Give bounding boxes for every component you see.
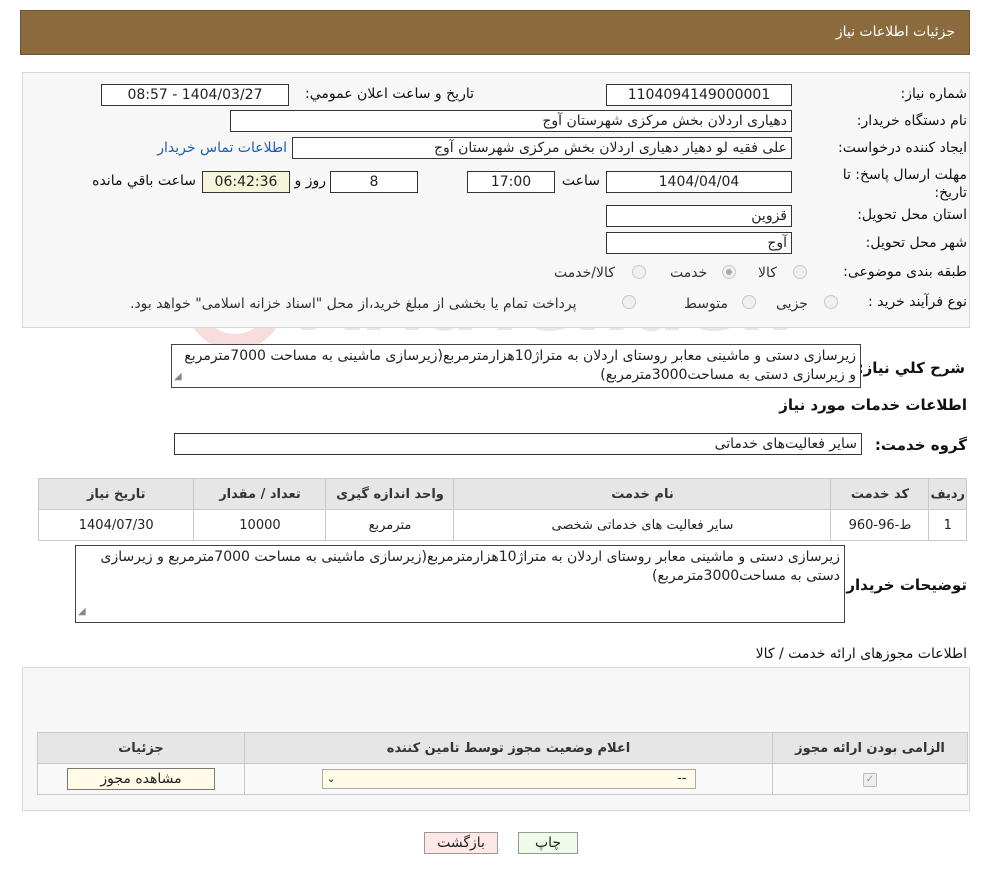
days-label: روز و [294, 173, 327, 189]
cell-row: 1 [928, 509, 967, 541]
buyer-notes-text: زیرسازی دستی و ماشینی معابر روستای اردلا… [100, 549, 840, 584]
purchase-medium-radio[interactable] [742, 295, 756, 309]
permits-table-header: الزامی بودن ارائه مجوز اعلام وضعیت مجوز … [37, 732, 968, 764]
province-label: استان محل تحویل: [857, 207, 967, 223]
treasury-payment-note: پرداخت تمام یا بخشی از مبلغ خرید،از محل … [130, 296, 577, 312]
service-group-field[interactable]: سایر فعالیت‌های خدماتی [174, 433, 862, 455]
deadline-time-label: ساعت [561, 173, 600, 189]
cell-permit-details: مشاهده مجوز [37, 763, 245, 795]
purchase-medium-label: متوسط [684, 296, 728, 312]
services-table: ردیف کد خدمت نام خدمت واحد اندازه گیری ت… [37, 478, 967, 541]
col-permit-details: جزئیات [37, 732, 245, 764]
deadline-time-field[interactable]: 17:00 [467, 171, 555, 193]
chevron-down-icon: ⌄ [326, 772, 336, 785]
col-permit-status: اعلام وضعیت مجوز توسط تامین کننده [244, 732, 773, 764]
page-title: جزئیات اطلاعات نیاز [835, 24, 955, 40]
permit-status-value: -- [677, 771, 687, 786]
table-row: 1 ط-96-960 سایر فعالیت های خدماتی شخصی م… [37, 509, 967, 541]
cell-quantity: 10000 [193, 509, 327, 541]
col-service-name: نام خدمت [453, 478, 832, 510]
buyer-contact-link[interactable]: اطلاعات تماس خریدار [157, 140, 287, 156]
cell-service-code: ط-96-960 [830, 509, 930, 541]
cell-service-name: سایر فعالیت های خدماتی شخصی [453, 509, 832, 541]
table-row: ✓ -- ⌄ مشاهده مجوز [37, 763, 968, 795]
need-number-field[interactable]: 1104094149000001 [606, 84, 792, 106]
deadline-label: مهلت ارسال پاسخ: تا تاریخ: [842, 167, 967, 201]
city-label: شهر محل تحویل: [865, 235, 967, 251]
permit-required-checkbox[interactable]: ✓ [863, 773, 877, 787]
days-field[interactable]: 8 [330, 171, 418, 193]
view-permit-button[interactable]: مشاهده مجوز [67, 768, 215, 790]
need-number-label: شماره نیاز: [900, 86, 968, 102]
remaining-time-field: 06:42:36 [202, 171, 290, 193]
page-header: جزئیات اطلاعات نیاز [20, 10, 970, 55]
province-field[interactable]: قزوین [606, 205, 792, 227]
buyer-notes-textarea[interactable]: زیرسازی دستی و ماشینی معابر روستای اردلا… [75, 545, 845, 623]
services-table-header: ردیف کد خدمت نام خدمت واحد اندازه گیری ت… [37, 478, 967, 510]
buyer-notes-label: توضیحات خریدار: [840, 576, 967, 594]
col-permit-required: الزامی بودن ارائه مجوز [772, 732, 968, 764]
permits-table: الزامی بودن ارائه مجوز اعلام وضعیت مجوز … [37, 732, 968, 795]
permit-status-select[interactable]: -- ⌄ [321, 769, 696, 789]
col-unit: واحد اندازه گیری [325, 478, 455, 510]
service-group-label: گروه خدمت: [874, 436, 967, 454]
category-goods-radio[interactable] [793, 265, 807, 279]
purchase-type-label: نوع فرآیند خرید : [868, 294, 967, 310]
category-goods-service-label: کالا/خدمت [554, 265, 615, 281]
services-section-title: اطلاعات خدمات مورد نیاز [779, 396, 967, 414]
buyer-org-label: نام دستگاه خریدار: [856, 113, 967, 129]
cell-need-date: 1404/07/30 [37, 509, 195, 541]
col-quantity: تعداد / مقدار [193, 478, 327, 510]
back-button[interactable]: بازگشت [424, 832, 498, 854]
requester-field[interactable]: علی فقیه لو دهیار دهیاری اردلان بخش مرکز… [292, 137, 792, 159]
purchase-minor-label: جزیی [776, 296, 808, 312]
cell-unit: مترمربع [325, 509, 455, 541]
cell-permit-status: -- ⌄ [244, 763, 773, 795]
col-row: ردیف [928, 478, 967, 510]
requester-label: ایجاد کننده درخواست: [838, 140, 967, 156]
permits-section-title: اطلاعات مجوزهای ارائه خدمت / کالا [755, 646, 967, 662]
remaining-time-label: ساعت باقي مانده [92, 173, 196, 189]
summary-text: زیرسازی دستی و ماشینی معابر روستای اردلا… [184, 348, 856, 383]
category-goods-service-radio[interactable] [632, 265, 646, 279]
cell-permit-required: ✓ [772, 763, 968, 795]
resize-grip-icon[interactable]: ◢ [174, 367, 182, 386]
treasury-payment-radio[interactable] [622, 295, 636, 309]
summary-label: شرح کلي نیاز: [857, 359, 965, 377]
announce-date-field[interactable]: 1404/03/27 - 08:57 [101, 84, 289, 106]
city-field[interactable]: آوج [606, 232, 792, 254]
category-goods-label: کالا [758, 265, 777, 281]
category-label: طبقه بندی موضوعی: [843, 264, 967, 280]
col-service-code: کد خدمت [830, 478, 930, 510]
buyer-org-field[interactable]: دهیاری اردلان بخش مرکزی شهرستان آوج [230, 110, 792, 132]
announce-date-label: تاریخ و ساعت اعلان عمومي: [305, 86, 474, 102]
print-button[interactable]: چاپ [518, 832, 578, 854]
category-service-radio[interactable] [722, 265, 736, 279]
purchase-minor-radio[interactable] [824, 295, 838, 309]
resize-grip-icon[interactable]: ◢ [78, 602, 86, 621]
deadline-date-field[interactable]: 1404/04/04 [606, 171, 792, 193]
category-service-label: خدمت [670, 265, 708, 281]
col-need-date: تاریخ نیاز [37, 478, 195, 510]
summary-textarea[interactable]: زیرسازی دستی و ماشینی معابر روستای اردلا… [171, 344, 861, 388]
